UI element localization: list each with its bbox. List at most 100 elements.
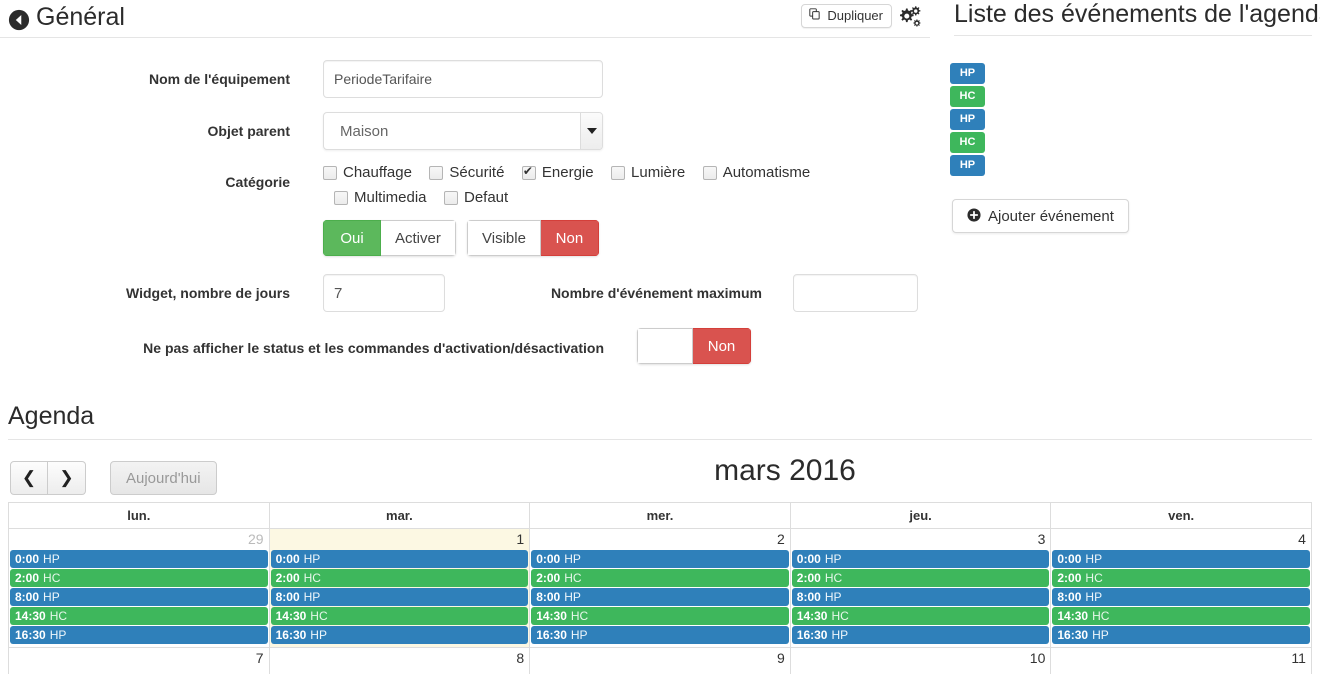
- checkbox-securite[interactable]: Sécurité: [429, 164, 504, 181]
- calendar-event[interactable]: 16:30 HP: [531, 626, 789, 644]
- calendar-event[interactable]: 14:30 HC: [1052, 607, 1310, 625]
- event-badge[interactable]: HP: [950, 109, 985, 130]
- calendar-event[interactable]: 8:00 HP: [10, 588, 268, 606]
- calendar-day-cell[interactable]: 10: [791, 648, 1052, 674]
- calendar-event[interactable]: 0:00 HP: [791, 550, 1050, 568]
- event-time: 2:00: [796, 571, 821, 585]
- circle-arrow-left-icon[interactable]: [8, 9, 30, 31]
- hide-status-label: Ne pas afficher le status et les command…: [143, 340, 604, 356]
- calendar-day-cell[interactable]: 8: [270, 648, 531, 674]
- checkbox-automatisme[interactable]: Automatisme: [702, 164, 810, 181]
- calendar-event[interactable]: 8:00 HP: [1052, 588, 1310, 606]
- enable-toggle-on[interactable]: Oui: [323, 220, 381, 256]
- event-time: 8:00: [536, 590, 561, 604]
- parent-object-select[interactable]: Maison: [323, 112, 603, 150]
- hide-status-toggle-on[interactable]: [637, 328, 693, 364]
- checkbox-multimedia[interactable]: Multimedia: [334, 189, 427, 206]
- visible-toggle-on[interactable]: Visible: [467, 220, 541, 256]
- event-title: HP: [570, 628, 588, 642]
- calendar-day-cell[interactable]: 1 0:00 HP 2:00 HC 8:00 HP 14:30 HC 16:30 HP: [269, 529, 531, 647]
- calendar-event[interactable]: 8:00 HP: [531, 588, 789, 606]
- calendar-event[interactable]: 16:30 HP: [791, 626, 1050, 644]
- day-number: 1: [516, 531, 525, 547]
- checkbox-label: Sécurité: [449, 164, 505, 182]
- day-number: 2: [776, 531, 785, 547]
- gears-icon[interactable]: [896, 3, 922, 29]
- event-title: HC: [49, 609, 68, 623]
- event-badge[interactable]: HC: [950, 132, 985, 153]
- calendar-event[interactable]: 16:30 HP: [1052, 626, 1310, 644]
- calendar-day-cell[interactable]: 29 0:00 HP 2:00 HC 8:00 HP 14:30 HC 16:30 HP: [9, 529, 270, 647]
- max-events-input[interactable]: [793, 274, 918, 312]
- calendar-week-row: 7 8 9 10 11: [9, 647, 1311, 674]
- visible-toggle-off[interactable]: Non: [540, 220, 599, 256]
- calendar-month-title: mars 2016: [714, 454, 856, 487]
- checkbox-box: [323, 165, 337, 180]
- event-time: 14:30: [15, 609, 46, 623]
- event-title: HP: [43, 590, 60, 604]
- calendar-grid: lun. mar. mer. jeu. ven. 29 0:00 HP 2:00 H…: [8, 502, 1312, 674]
- calendar-event[interactable]: 0:00 HP: [10, 550, 268, 568]
- event-time: 0:00: [275, 552, 300, 566]
- calendar-event[interactable]: 16:30 HP: [270, 626, 529, 644]
- event-time: 0:00: [15, 552, 40, 566]
- event-badge[interactable]: HC: [950, 86, 985, 107]
- event-title: HP: [43, 552, 60, 566]
- checkbox-chauffage[interactable]: Chauffage: [323, 164, 412, 181]
- day-header: jeu.: [791, 503, 1052, 528]
- calendar-event[interactable]: 0:00 HP: [270, 550, 529, 568]
- calendar-event[interactable]: 14:30 HC: [531, 607, 789, 625]
- event-time: 0:00: [536, 552, 561, 566]
- event-time: 0:00: [1057, 552, 1082, 566]
- calendar-day-cell[interactable]: 2 0:00 HP 2:00 HC 8:00 HP 14:30 HC 16:30 HP: [530, 529, 791, 647]
- add-event-button[interactable]: Ajouter événement: [952, 199, 1129, 233]
- event-time: 16:30: [1057, 628, 1089, 642]
- event-time: 0:00: [796, 552, 821, 566]
- hide-status-toggle-off[interactable]: Non: [693, 328, 751, 364]
- event-time: 2:00: [15, 571, 40, 585]
- event-badge[interactable]: HP: [950, 155, 985, 176]
- agenda-section: Agenda ❮ ❯ Aujourd'hui mars 2016 lun. ma…: [0, 400, 1320, 674]
- general-form: Nom de l'équipement Objet parent Maison …: [0, 38, 938, 380]
- calendar-day-cell[interactable]: 11: [1051, 648, 1311, 674]
- calendar-event[interactable]: 2:00 HC: [270, 569, 529, 587]
- events-panel-title: Liste des événements de l'agenda: [954, 0, 1320, 28]
- day-header: ven.: [1168, 508, 1195, 523]
- event-badge[interactable]: HP: [950, 63, 985, 84]
- calendar-event[interactable]: 14:30 HC: [270, 607, 529, 625]
- calendar-event[interactable]: 0:00 HP: [1052, 550, 1310, 568]
- event-title: HP: [824, 552, 842, 566]
- day-header: lun.: [9, 503, 270, 528]
- calendar-event[interactable]: 2:00 HC: [791, 569, 1050, 587]
- calendar-event[interactable]: 14:30 HC: [10, 607, 268, 625]
- event-title: HC: [43, 571, 61, 585]
- checkbox-defaut[interactable]: Defaut: [443, 189, 508, 206]
- calendar-event[interactable]: 0:00 HP: [531, 550, 789, 568]
- enable-toggle-off[interactable]: Activer: [381, 220, 456, 256]
- checkbox-energie[interactable]: Energie: [521, 164, 594, 182]
- checkbox-lumiere[interactable]: Lumière: [611, 164, 685, 181]
- calendar-day-cell[interactable]: 4 0:00 HP 2:00 HC 8:00 HP 14:30 HC 16:30 HP: [1051, 529, 1311, 647]
- day-number: 11: [1291, 650, 1306, 666]
- chevron-down-icon[interactable]: [580, 113, 602, 149]
- calendar-day-cell[interactable]: 7: [9, 648, 270, 674]
- event-time: 8:00: [275, 590, 300, 604]
- category-checkbox-line-2: Multimedia Defaut: [334, 189, 521, 207]
- calendar-event[interactable]: 8:00 HP: [270, 588, 529, 606]
- checkbox-label: Energie: [541, 164, 594, 182]
- panel-header: Général Dupliquer: [0, 0, 930, 38]
- calendar-day-cell[interactable]: 9: [530, 648, 791, 674]
- day-number: 10: [1029, 650, 1046, 666]
- page-root: Général Dupliquer Nom de l'équipement Pe…: [0, 0, 1320, 691]
- calendar-event[interactable]: 2:00 HC: [10, 569, 268, 587]
- widget-days-input[interactable]: [323, 274, 445, 312]
- calendar-event[interactable]: 14:30 HC: [791, 607, 1050, 625]
- calendar-event[interactable]: 2:00 HC: [1052, 569, 1310, 587]
- equipment-name-input[interactable]: [323, 60, 603, 98]
- calendar-event[interactable]: 8:00 HP: [791, 588, 1050, 606]
- calendar-day-cell[interactable]: 3 0:00 HP 2:00 HC 8:00 HP 14:30 HC 16:30 HP: [791, 529, 1052, 647]
- duplicate-button[interactable]: Dupliquer: [801, 4, 892, 28]
- calendar-event[interactable]: 2:00 HC: [531, 569, 789, 587]
- calendar-event[interactable]: 16:30 HP: [10, 626, 268, 644]
- calendar-week-row: 29 0:00 HP 2:00 HC 8:00 HP 14:30 HC 16:30 HP …: [9, 528, 1311, 647]
